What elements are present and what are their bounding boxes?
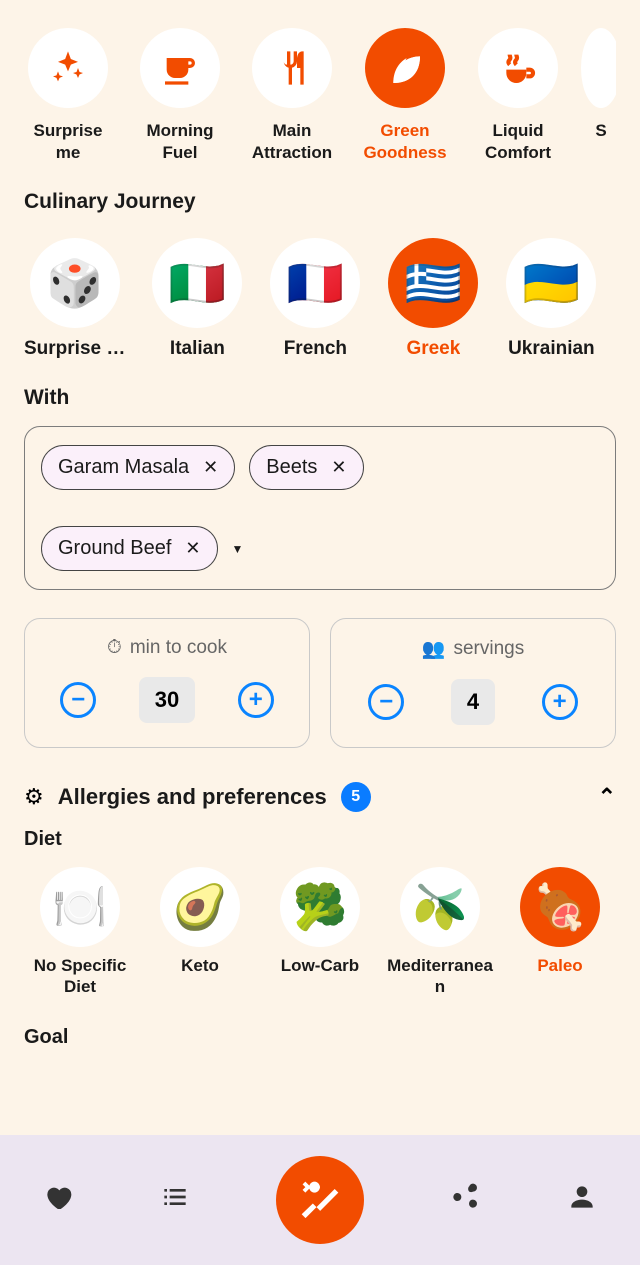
- meal-morning-fuel[interactable]: Morning Fuel: [136, 28, 224, 164]
- diet-keto[interactable]: 🥑 Keto: [144, 867, 256, 998]
- broccoli-icon: 🥦: [280, 867, 360, 947]
- olive-icon: 🫒: [400, 867, 480, 947]
- leaf-icon: [365, 28, 445, 108]
- gear-icon: ⚙: [24, 784, 44, 810]
- cuisine-surprise[interactable]: 🎲 Surprise …: [24, 238, 125, 360]
- plate-icon: 🍽️: [40, 867, 120, 947]
- nav-share[interactable]: [449, 1181, 481, 1220]
- chevron-down-icon[interactable]: ▼: [232, 542, 244, 556]
- section-goal: Goal: [24, 1026, 616, 1049]
- cuisine-greek[interactable]: 🇬🇷 Greek: [387, 238, 479, 360]
- fork-knife-icon: [252, 28, 332, 108]
- flag-france-icon: 🇫🇷: [270, 238, 360, 328]
- with-ingredients-input[interactable]: Garam Masala ✕ Beets ✕ Ground Beef ✕ ▼: [24, 426, 616, 590]
- diet-paleo[interactable]: 🍖 Paleo: [504, 867, 616, 998]
- nav-cook-fab[interactable]: [276, 1156, 364, 1244]
- flag-ukraine-icon: 🇺🇦: [506, 238, 596, 328]
- flag-italy-icon: 🇮🇹: [152, 238, 242, 328]
- stepper-label: min to cook: [130, 637, 227, 659]
- meal-liquid-comfort[interactable]: Liquid Comfort: [474, 28, 562, 164]
- nav-list[interactable]: [159, 1181, 191, 1220]
- chevron-up-icon: ⌃: [598, 784, 616, 810]
- pill-label: Ground Beef: [58, 537, 171, 560]
- meal-surprise[interactable]: Surprise me: [24, 28, 112, 164]
- cuisine-row: 🎲 Surprise … 🇮🇹 Italian 🇫🇷 French 🇬🇷 Gre…: [24, 238, 616, 360]
- diet-mediterranean[interactable]: 🫒 Mediterranean: [384, 867, 496, 998]
- prefs-title: Allergies and preferences: [58, 784, 327, 810]
- people-icon: 👥: [422, 637, 446, 661]
- blank-icon: [581, 28, 616, 108]
- bottom-nav: [0, 1135, 640, 1265]
- decrement-button[interactable]: −: [368, 684, 404, 720]
- pill-label: Garam Masala: [58, 456, 189, 479]
- cuisine-ukrainian[interactable]: 🇺🇦 Ukrainian: [505, 238, 597, 360]
- cuisine-italian[interactable]: 🇮🇹 Italian: [151, 238, 243, 360]
- meal-main-attraction[interactable]: Main Attraction: [248, 28, 336, 164]
- servings-value: 4: [451, 679, 495, 725]
- pill-label: Beets: [266, 456, 317, 479]
- cook-time-value: 30: [139, 677, 195, 723]
- increment-button[interactable]: +: [238, 682, 274, 718]
- cuisine-french[interactable]: 🇫🇷 French: [269, 238, 361, 360]
- servings-stepper: 👥 servings − 4 +: [330, 618, 616, 748]
- section-with: With: [24, 386, 616, 410]
- avocado-icon: 🥑: [160, 867, 240, 947]
- close-icon[interactable]: ✕: [331, 457, 346, 478]
- allergies-preferences-header[interactable]: ⚙ Allergies and preferences 5 ⌃: [24, 782, 616, 812]
- flag-greece-icon: 🇬🇷: [388, 238, 478, 328]
- increment-button[interactable]: +: [542, 684, 578, 720]
- close-icon[interactable]: ✕: [203, 457, 218, 478]
- cup-icon: [140, 28, 220, 108]
- sparkle-icon: [28, 28, 108, 108]
- stepper-label: servings: [453, 638, 524, 660]
- meat-icon: 🍖: [520, 867, 600, 947]
- nav-profile[interactable]: [566, 1181, 598, 1220]
- section-culinary-journey: Culinary Journey: [24, 190, 616, 214]
- meal-type-row: Surprise me Morning Fuel Main Attraction…: [24, 0, 616, 164]
- pill-ground-beef[interactable]: Ground Beef ✕: [41, 526, 218, 571]
- close-icon[interactable]: ✕: [185, 538, 200, 559]
- cook-time-stepper: ⏱ min to cook − 30 +: [24, 618, 310, 748]
- section-diet: Diet: [24, 828, 616, 851]
- diet-no-specific[interactable]: 🍽️ No Specific Diet: [24, 867, 136, 998]
- diet-row: 🍽️ No Specific Diet 🥑 Keto 🥦 Low-Carb 🫒 …: [24, 867, 616, 998]
- meal-green-goodness[interactable]: Green Goodness: [360, 28, 450, 164]
- decrement-button[interactable]: −: [60, 682, 96, 718]
- pill-garam-masala[interactable]: Garam Masala ✕: [41, 445, 235, 490]
- diet-low-carb[interactable]: 🥦 Low-Carb: [264, 867, 376, 998]
- pill-beets[interactable]: Beets ✕: [249, 445, 363, 490]
- ladle-icon: [478, 28, 558, 108]
- timer-icon: ⏱: [107, 637, 122, 659]
- prefs-count-badge: 5: [341, 782, 371, 812]
- meal-extra[interactable]: S: [586, 28, 616, 164]
- nav-favorites[interactable]: [42, 1181, 74, 1220]
- dice-icon: 🎲: [30, 238, 120, 328]
